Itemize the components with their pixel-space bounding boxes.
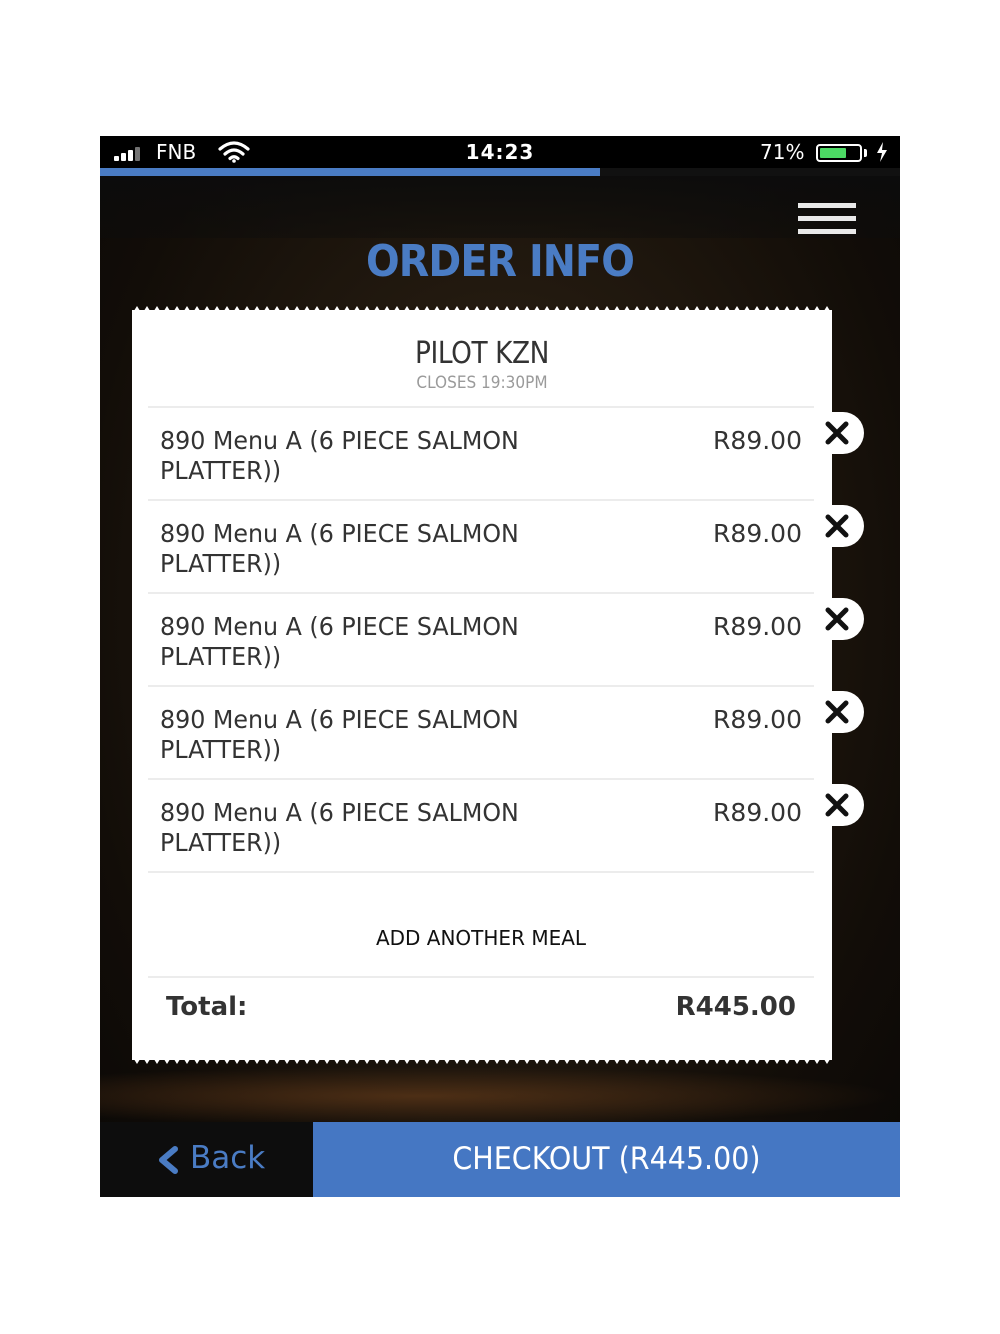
item-name: 890 Menu A (6 PIECE SALMON PLATTER)) [160, 705, 519, 764]
status-bar: FNB 14:23 71% [100, 136, 900, 168]
item-price: R89.00 [713, 798, 802, 827]
receipt-bottom-edge [132, 1056, 832, 1064]
order-receipt: PILOT KZN CLOSES 19:30PM 890 Menu A (6 P… [132, 306, 832, 1064]
chevron-left-icon [159, 1146, 178, 1174]
battery-percent: 71% [760, 140, 805, 164]
remove-item-button[interactable] [818, 412, 864, 454]
close-icon [825, 700, 849, 724]
close-icon [825, 793, 849, 817]
close-icon [825, 514, 849, 538]
remove-item-button[interactable] [818, 505, 864, 547]
checkout-button[interactable]: CHECKOUT (R445.00) [313, 1122, 900, 1197]
item-name: 890 Menu A (6 PIECE SALMON PLATTER)) [160, 519, 519, 578]
close-icon [825, 607, 849, 631]
progress-bar [100, 168, 900, 176]
restaurant-name: PILOT KZN [415, 336, 549, 371]
back-label: Back [190, 1140, 266, 1176]
remove-item-button[interactable] [818, 691, 864, 733]
background-overlay [100, 168, 900, 238]
item-name: 890 Menu A (6 PIECE SALMON PLATTER)) [160, 612, 519, 671]
close-icon [825, 421, 849, 445]
back-button[interactable]: Back [100, 1122, 313, 1197]
order-items-list: 890 Menu A (6 PIECE SALMON PLATTER)) R89… [148, 406, 814, 873]
receipt-top-edge [132, 306, 832, 314]
item-name: 890 Menu A (6 PIECE SALMON PLATTER)) [160, 426, 519, 485]
item-price: R89.00 [713, 705, 802, 734]
item-price: R89.00 [713, 612, 802, 641]
closing-time: CLOSES 19:30PM [416, 373, 548, 393]
order-item-row: 890 Menu A (6 PIECE SALMON PLATTER)) R89… [148, 687, 814, 780]
charging-bolt-icon [877, 142, 887, 162]
battery-cap [864, 149, 867, 157]
order-item-row: 890 Menu A (6 PIECE SALMON PLATTER)) R89… [148, 501, 814, 594]
total-value: R445.00 [675, 992, 796, 1022]
checkout-label: CHECKOUT (R445.00) [452, 1141, 761, 1177]
total-row: Total: R445.00 [148, 976, 814, 1042]
receipt-top-zigzag [132, 306, 832, 314]
page-title: ORDER INFO [366, 236, 635, 287]
order-item-row: 890 Menu A (6 PIECE SALMON PLATTER)) R89… [148, 780, 814, 873]
remove-item-button[interactable] [818, 598, 864, 640]
hamburger-menu-icon[interactable] [798, 203, 858, 237]
battery-icon [816, 144, 862, 162]
total-label: Total: [166, 992, 248, 1022]
background-glow [100, 1066, 900, 1126]
item-price: R89.00 [713, 426, 802, 455]
remove-item-button[interactable] [818, 784, 864, 826]
add-another-meal-button[interactable]: ADD ANOTHER MEAL [148, 902, 814, 974]
bottom-action-bar: Back CHECKOUT (R445.00) [100, 1122, 900, 1197]
app-screen: FNB 14:23 71% ORDER INFO PILOT KZN CLOSE… [100, 136, 900, 1197]
item-price: R89.00 [713, 519, 802, 548]
progress-fill [100, 168, 600, 176]
receipt-bottom-zigzag [132, 1056, 832, 1064]
order-item-row: 890 Menu A (6 PIECE SALMON PLATTER)) R89… [148, 594, 814, 687]
item-name: 890 Menu A (6 PIECE SALMON PLATTER)) [160, 798, 519, 857]
order-item-row: 890 Menu A (6 PIECE SALMON PLATTER)) R89… [148, 408, 814, 501]
battery-level [820, 148, 846, 158]
